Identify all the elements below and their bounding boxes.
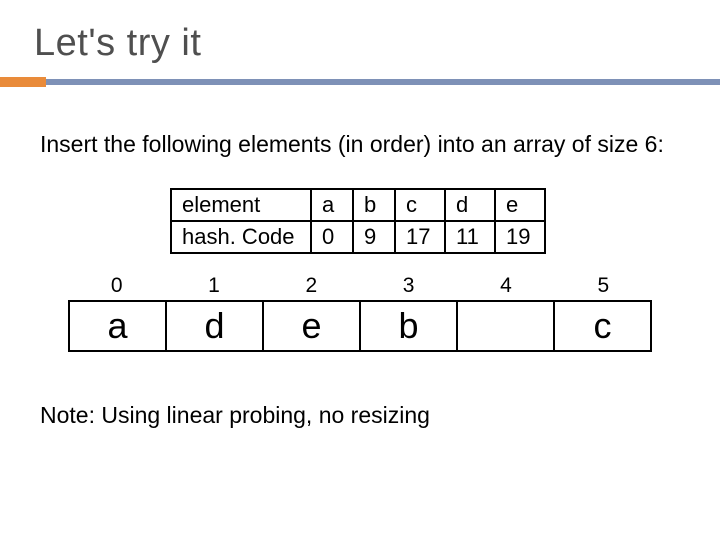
table-row: element a b c d e — [171, 189, 545, 221]
array-slot: e — [264, 302, 361, 350]
index-row: 0 1 2 3 4 5 — [68, 274, 652, 300]
cell: c — [395, 189, 445, 221]
table-row: hash. Code 0 9 17 11 19 — [171, 221, 545, 253]
index-label: 0 — [68, 274, 165, 300]
index-label: 2 — [263, 274, 360, 300]
row-label-hashcode: hash. Code — [171, 221, 311, 253]
cell: 17 — [395, 221, 445, 253]
slide-body: Insert the following elements (in order)… — [0, 85, 720, 429]
index-label: 3 — [360, 274, 457, 300]
cell: 0 — [311, 221, 353, 253]
array-slot — [458, 302, 555, 350]
rule-bar — [46, 79, 720, 85]
array-slot: d — [167, 302, 264, 350]
array-diagram: 0 1 2 3 4 5 a d e b c — [68, 274, 652, 352]
array-slot: c — [555, 302, 650, 350]
cell: b — [353, 189, 395, 221]
title-rule — [0, 79, 720, 85]
index-label: 5 — [555, 274, 652, 300]
cell: a — [311, 189, 353, 221]
cell: d — [445, 189, 495, 221]
slide: Let's try it Insert the following elemen… — [0, 0, 720, 540]
array-slot: b — [361, 302, 458, 350]
cell: 9 — [353, 221, 395, 253]
hash-table: element a b c d e hash. Code 0 9 17 11 1… — [170, 188, 546, 254]
index-label: 4 — [457, 274, 554, 300]
slot-row: a d e b c — [68, 300, 652, 352]
array-slot: a — [70, 302, 167, 350]
intro-text: Insert the following elements (in order)… — [40, 131, 680, 158]
cell: e — [495, 189, 545, 221]
slide-title: Let's try it — [0, 0, 720, 79]
cell: 19 — [495, 221, 545, 253]
accent-block — [0, 77, 46, 87]
index-label: 1 — [165, 274, 262, 300]
note-text: Note: Using linear probing, no resizing — [40, 402, 680, 429]
cell: 11 — [445, 221, 495, 253]
row-label-element: element — [171, 189, 311, 221]
